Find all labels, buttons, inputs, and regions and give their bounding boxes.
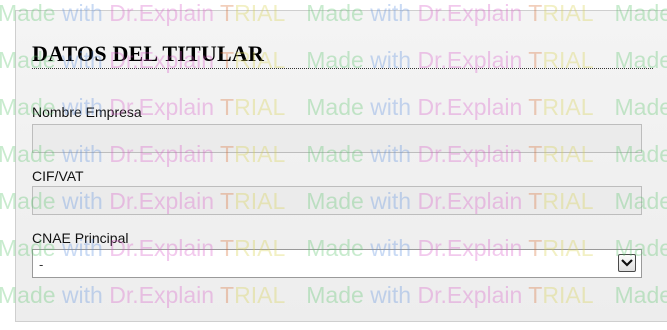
company-name-input[interactable]	[32, 124, 642, 153]
chevron-down-icon[interactable]	[618, 254, 636, 272]
cif-vat-input[interactable]	[32, 186, 642, 215]
company-name-label: Nombre Empresa	[32, 104, 142, 120]
cnae-label: CNAE Principal	[32, 230, 129, 246]
cif-vat-label: CIF/VAT	[32, 168, 84, 184]
section-title: DATOS DEL TITULAR	[32, 41, 265, 66]
cnae-selected-value: -	[39, 257, 44, 272]
cnae-select[interactable]: -	[32, 249, 642, 278]
titular-panel: DATOS DEL TITULAR Nombre Empresa CIF/VAT…	[15, 10, 667, 322]
title-divider	[32, 68, 653, 69]
